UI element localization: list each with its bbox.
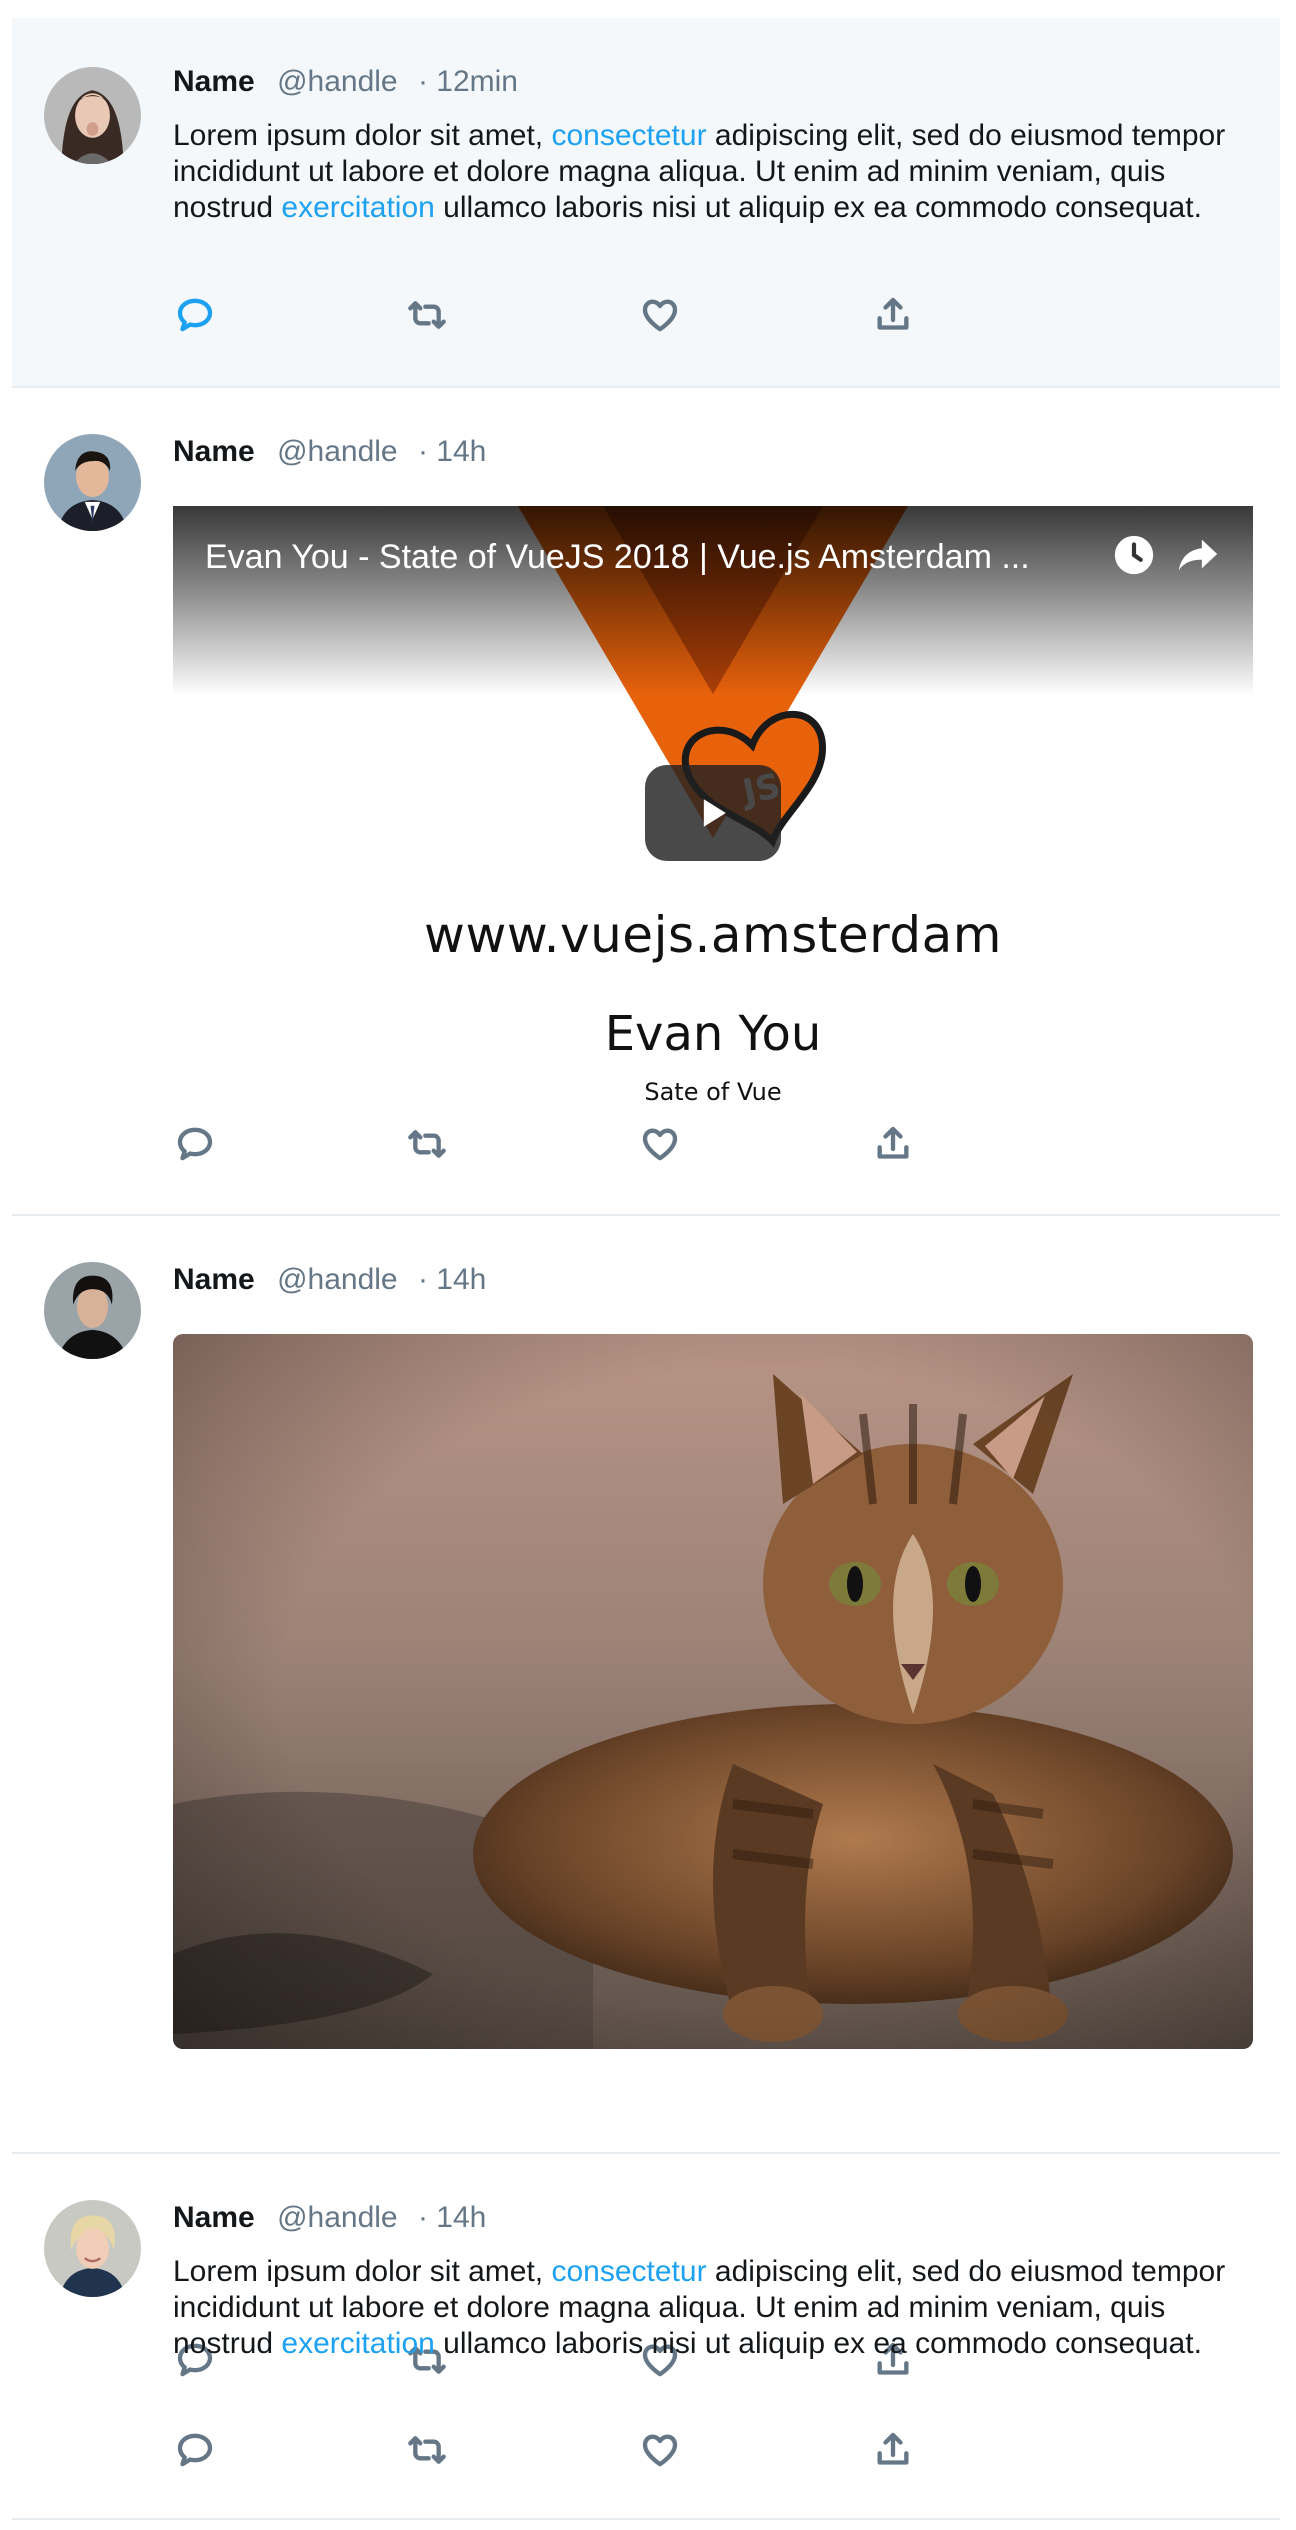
reply-button[interactable] <box>173 1122 217 1166</box>
reply-icon <box>177 2433 213 2467</box>
timestamp[interactable]: · 12min <box>418 65 518 98</box>
timestamp[interactable]: · 14h <box>418 2201 486 2234</box>
like-button[interactable] <box>638 1122 682 1166</box>
user-handle[interactable]: @handle <box>277 2201 398 2234</box>
text-segment: Lorem ipsum dolor sit amet, <box>173 119 552 152</box>
retweet-icon <box>408 1130 446 1158</box>
tweet-header: Name @handle · 14h <box>173 2200 486 2236</box>
share-icon <box>877 297 909 330</box>
watch-later-icon[interactable] <box>1111 532 1157 578</box>
tweet[interactable]: Name @handle · 14h <box>12 1216 1280 2377</box>
user-handle[interactable]: @handle <box>277 435 398 468</box>
tweet-feed: Name @handle · 12min Lorem ipsum dolor s… <box>12 18 1280 2520</box>
avatar[interactable] <box>44 434 141 531</box>
tweet-header: Name @handle · 14h <box>173 434 486 470</box>
video-url-text: www.vuejs.amsterdam <box>424 906 1002 964</box>
tweet-actions <box>173 1122 933 1166</box>
like-icon <box>642 2434 678 2467</box>
display-name[interactable]: Name <box>173 65 255 98</box>
tweet[interactable]: Name @handle · 14h Lorem ipsum dolor sit… <box>12 2154 1280 2520</box>
hashtag-link[interactable]: consectetur <box>551 2255 706 2288</box>
display-name[interactable]: Name <box>173 2201 255 2234</box>
retweet-icon <box>408 2436 446 2464</box>
share-icon <box>877 2432 909 2465</box>
avatar[interactable] <box>44 2200 141 2297</box>
user-handle[interactable]: @handle <box>277 1263 398 1296</box>
text-segment: ullamco laboris nisi ut aliquip ex ea co… <box>434 191 1202 224</box>
hashtag-link[interactable]: consectetur <box>551 119 706 152</box>
hashtag-link[interactable]: exercitation <box>281 191 434 224</box>
tweet[interactable]: Name @handle · 12min Lorem ipsum dolor s… <box>12 18 1280 388</box>
like-button[interactable] <box>638 2428 682 2472</box>
reply-icon <box>177 1127 213 1161</box>
play-icon <box>703 799 726 827</box>
avatar[interactable] <box>44 67 141 164</box>
tweet-actions <box>173 293 933 337</box>
retweet-button[interactable] <box>405 1122 449 1166</box>
reply-button[interactable] <box>173 293 217 337</box>
timestamp[interactable]: · 14h <box>418 435 486 468</box>
video-title[interactable]: Evan You - State of VueJS 2018 | Vue.js … <box>205 536 1065 578</box>
text-segment: Lorem ipsum dolor sit amet, <box>173 2255 552 2288</box>
share-icon <box>877 1126 909 1159</box>
share-button[interactable] <box>871 2428 915 2472</box>
like-icon <box>642 1128 678 1161</box>
text-segment: ullamco laboris nisi ut aliquip ex ea co… <box>434 2327 1202 2360</box>
video-embed[interactable]: JS Evan You - State of VueJS 2018 | Vue.… <box>173 506 1253 1118</box>
tweet-header: Name @handle · 14h <box>173 1262 486 1298</box>
video-share-icon[interactable] <box>1175 532 1221 578</box>
play-button[interactable] <box>645 765 781 861</box>
tweet-text: Lorem ipsum dolor sit amet, consectetur … <box>173 2254 1253 2362</box>
avatar[interactable] <box>44 1262 141 1359</box>
video-talk-subtitle: Sate of Vue <box>644 1078 782 1106</box>
share-button[interactable] <box>871 1122 915 1166</box>
kitten-photo[interactable] <box>173 1334 1253 2049</box>
like-button[interactable] <box>638 293 682 337</box>
timestamp[interactable]: · 14h <box>418 1263 486 1296</box>
tweet-text: Lorem ipsum dolor sit amet, consectetur … <box>173 118 1253 226</box>
hashtag-link[interactable]: exercitation <box>281 2327 434 2360</box>
reply-button[interactable] <box>173 2428 217 2472</box>
tweet[interactable]: Name @handle · 14h JS Evan You - State o… <box>12 388 1280 1216</box>
retweet-button[interactable] <box>405 293 449 337</box>
tweet-header: Name @handle · 12min <box>173 64 518 100</box>
like-icon <box>642 299 678 332</box>
display-name[interactable]: Name <box>173 1263 255 1296</box>
reply-icon <box>177 298 213 332</box>
share-button[interactable] <box>871 293 915 337</box>
retweet-button[interactable] <box>405 2428 449 2472</box>
video-title-bar <box>173 506 1253 696</box>
video-speaker: Evan You <box>604 1006 822 1062</box>
retweet-icon <box>408 301 446 329</box>
display-name[interactable]: Name <box>173 435 255 468</box>
user-handle[interactable]: @handle <box>277 65 398 98</box>
tweet-actions <box>173 2428 933 2472</box>
